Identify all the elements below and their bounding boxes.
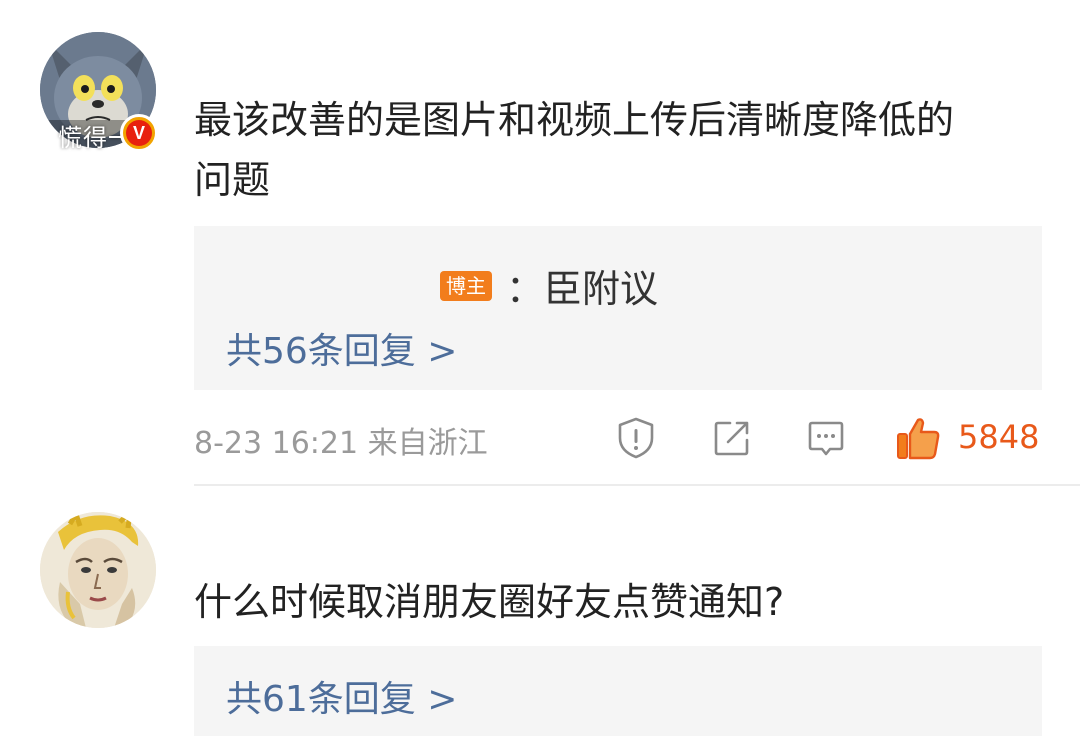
like-icon[interactable] [894,414,942,462]
author-tag: 博主 [440,270,492,301]
illustrated-person-avatar [40,512,156,628]
comment-text-line: 最该改善的是图片和视频上传后清晰度降低的 [194,98,955,142]
comment-divider [194,484,1080,486]
comment-text: 最该改善的是图片和视频上传后清晰度降低的 问题 [194,90,1054,210]
comment-timestamp: 8-23 16:21 来自浙江 [194,426,488,461]
comment-text: 什么时候取消朋友圈好友点赞通知? [194,580,785,624]
view-replies-link[interactable]: 共56条回复 > [226,322,457,374]
reply-preview-box[interactable]: 博主 ：臣附议 共56条回复 > [194,226,1042,390]
report-icon[interactable] [614,416,658,460]
comment-text-line: 问题 [194,158,271,202]
author-reply: 博主 ：臣附议 [440,258,658,313]
verified-badge: V [120,114,158,152]
avatar[interactable] [40,512,156,628]
comment-icon[interactable] [804,416,848,460]
like-count: 5848 [958,418,1040,456]
share-icon[interactable] [710,416,754,460]
verified-v-icon: V [126,120,152,146]
author-reply-text: ：臣附议 [506,267,659,311]
comment-meta-row: 8-23 16:21 来自浙江 5848 [194,414,1044,462]
view-replies-link[interactable]: 共61条回复 > [226,670,457,722]
reply-preview-box[interactable]: 共61条回复 > [194,646,1042,736]
